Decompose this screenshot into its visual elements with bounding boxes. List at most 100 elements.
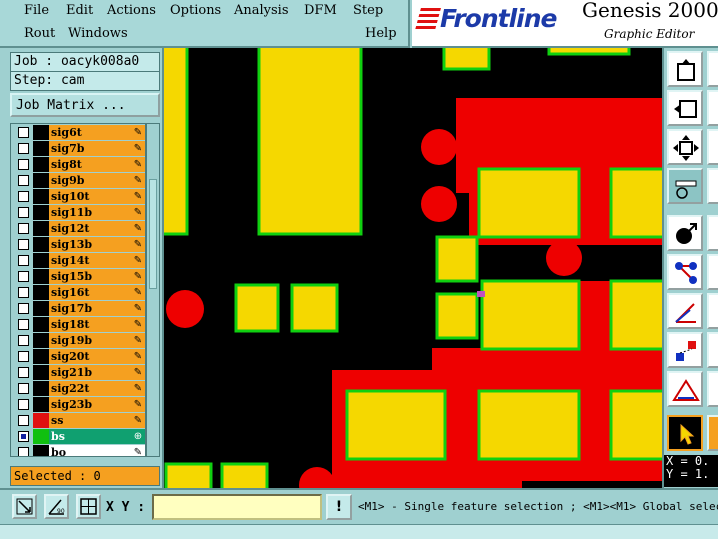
toolbar-overflow-2[interactable] [707,90,718,126]
layer-name[interactable]: sig8t [49,157,131,172]
layer-name[interactable]: sig12t [49,221,131,236]
layer-edit-icon[interactable]: ✎ [131,173,145,188]
layer-color-swatch[interactable] [33,365,49,380]
layer-checkbox[interactable] [18,255,29,266]
connect-nodes-button[interactable] [667,254,703,290]
layer-color-swatch[interactable] [33,317,49,332]
select-pointer-button[interactable] [667,415,703,451]
menu-options[interactable]: Options [170,3,221,18]
layer-color-swatch[interactable] [33,413,49,428]
move-feature-button[interactable] [667,332,703,368]
layer-checkbox[interactable] [18,127,29,138]
layer-color-swatch[interactable] [33,429,49,444]
layer-checkbox[interactable] [18,207,29,218]
layer-checkbox[interactable] [18,431,29,442]
layer-row[interactable]: sig13b ✎ [11,237,145,252]
layer-checkbox[interactable] [18,175,29,186]
layer-checkbox[interactable] [18,143,29,154]
layer-edit-icon[interactable]: ✎ [131,301,145,316]
grid-button[interactable] [76,494,101,519]
measure-button[interactable] [667,168,703,204]
layer-row[interactable]: sig12t ✎ [11,221,145,236]
toolbar-overflow-1[interactable] [707,51,718,87]
layer-checkbox[interactable] [18,319,29,330]
toolbar-overflow-4[interactable] [707,168,718,204]
layer-name[interactable]: ss [49,413,131,428]
layer-color-swatch[interactable] [33,381,49,396]
zoom-window-button[interactable] [667,90,703,126]
snap-button[interactable] [12,494,37,519]
layer-edit-icon[interactable]: ✎ [131,333,145,348]
menu-step[interactable]: Step [353,3,383,18]
layer-row[interactable]: sig17b ✎ [11,301,145,316]
layer-row[interactable]: ss ✎ [11,413,145,428]
layer-row[interactable]: sig8t ✎ [11,157,145,172]
toolbar-overflow-3[interactable] [707,129,718,165]
layer-color-swatch[interactable] [33,349,49,364]
scroll-thumb[interactable] [149,179,157,289]
layer-row[interactable]: sig16t ✎ [11,285,145,300]
menu-file[interactable]: File [24,3,49,18]
layer-name[interactable]: sig16t [49,285,131,300]
layer-edit-icon[interactable]: ✎ [131,237,145,252]
toolbar-overflow-7[interactable] [707,293,718,329]
execute-button[interactable]: ! [326,494,352,520]
layer-name[interactable]: sig10t [49,189,131,204]
zoom-home-button[interactable] [667,51,703,87]
menu-analysis[interactable]: Analysis [234,3,289,18]
layer-edit-icon[interactable]: ✎ [131,125,145,140]
layer-color-swatch[interactable] [33,141,49,156]
layer-color-swatch[interactable] [33,397,49,412]
layer-row[interactable]: sig18t ✎ [11,317,145,332]
layer-checkbox[interactable] [18,303,29,314]
menu-help[interactable]: Help [365,26,397,41]
graphic-canvas[interactable] [164,48,662,488]
layer-color-swatch[interactable] [33,221,49,236]
zoom-fit-button[interactable] [667,129,703,165]
layer-name[interactable]: sig17b [49,301,131,316]
layer-checkbox[interactable] [18,399,29,410]
layer-edit-icon[interactable]: ✎ [131,189,145,204]
layer-edit-icon[interactable]: ✎ [131,205,145,220]
layer-row[interactable]: sig6t ✎ [11,125,145,140]
layer-name[interactable]: sig21b [49,365,131,380]
layer-row[interactable]: sig22t ✎ [11,381,145,396]
layer-name[interactable]: sig9b [49,173,131,188]
layer-name[interactable]: sig6t [49,125,131,140]
layer-row[interactable]: sig23b ✎ [11,397,145,412]
toolbar-overflow-5[interactable] [707,215,718,251]
layer-checkbox[interactable] [18,351,29,362]
layer-edit-icon[interactable]: ✎ [131,413,145,428]
layer-name[interactable]: sig23b [49,397,131,412]
layer-checkbox[interactable] [18,415,29,426]
add-feature-button[interactable] [667,215,703,251]
layer-edit-icon[interactable]: ✎ [131,269,145,284]
layer-name[interactable]: sig15b [49,269,131,284]
layer-color-swatch[interactable] [33,237,49,252]
toolbar-overflow-8[interactable] [707,332,718,368]
layer-color-swatch[interactable] [33,269,49,284]
layer-edit-icon[interactable]: ✎ [131,349,145,364]
layer-color-swatch[interactable] [33,157,49,172]
job-matrix-button[interactable]: Job Matrix ... [10,93,160,117]
layer-edit-icon[interactable]: ✎ [131,285,145,300]
layer-row[interactable]: sig7b ✎ [11,141,145,156]
layer-color-swatch[interactable] [33,445,49,456]
layer-edit-icon[interactable]: ✎ [131,141,145,156]
layer-checkbox[interactable] [18,223,29,234]
layer-row[interactable]: sig11b ✎ [11,205,145,220]
layer-checkbox[interactable] [18,335,29,346]
layer-row[interactable]: sig10t ✎ [11,189,145,204]
menu-actions[interactable]: Actions [107,3,156,18]
layer-name[interactable]: sig11b [49,205,131,220]
layer-edit-icon[interactable]: ✎ [131,397,145,412]
xy-coordinate-input[interactable] [152,494,322,520]
layer-edit-icon[interactable]: ✎ [131,445,145,456]
layer-color-swatch[interactable] [33,205,49,220]
layer-color-swatch[interactable] [33,253,49,268]
layer-name[interactable]: sig19b [49,333,131,348]
layer-edit-icon[interactable]: ✎ [131,253,145,268]
layer-row[interactable]: bo ✎ [11,445,145,456]
layer-edit-icon[interactable]: ✎ [131,221,145,236]
layer-name[interactable]: sig7b [49,141,131,156]
